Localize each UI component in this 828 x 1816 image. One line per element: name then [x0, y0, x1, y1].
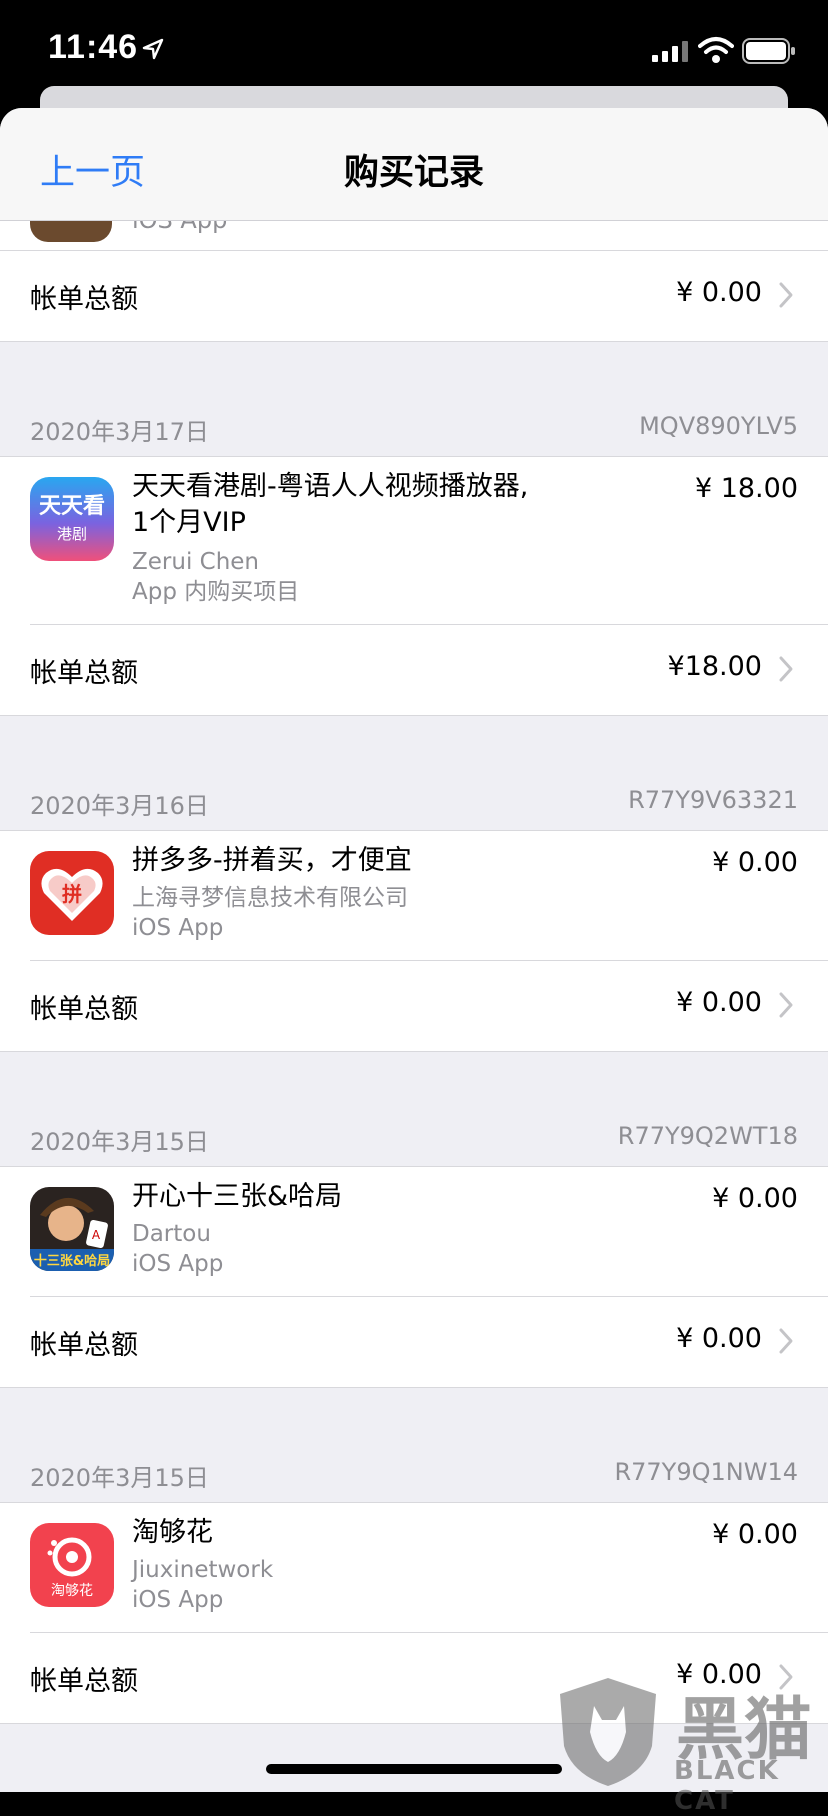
location-arrow-icon — [142, 38, 164, 60]
order-date: 2020年3月15日 — [30, 1128, 209, 1156]
chevron-right-icon — [779, 282, 793, 308]
chevron-right-icon — [779, 656, 793, 682]
bill-total-label: 帐单总额 — [30, 284, 138, 315]
chevron-right-icon — [779, 1328, 793, 1354]
item-kind: iOS App — [132, 1587, 224, 1613]
status-bar: 11:46 — [0, 0, 828, 100]
order-date: 2020年3月16日 — [30, 792, 209, 820]
bill-total-row[interactable]: 帐单总额 ¥ 0.00 — [0, 250, 828, 342]
svg-text:A: A — [92, 1228, 101, 1242]
section-header: 2020年3月15日 R77Y9Q2WT18 — [0, 1120, 828, 1166]
purchase-history-sheet: 上一页 购买记录 iOS App 帐单总额 ¥ 0.00 2020年3月17日 … — [0, 108, 828, 1792]
home-indicator[interactable] — [266, 1764, 562, 1774]
blackcat-watermark: 黑猫 BLACK CAT — [556, 1672, 828, 1816]
chevron-right-icon — [779, 992, 793, 1018]
item-price: ¥ 0.00 — [712, 1183, 798, 1214]
watermark-text-en: BLACK CAT — [674, 1756, 780, 1816]
bill-total-amount: ¥ 0.00 — [676, 1323, 762, 1354]
purchase-item[interactable]: 淘够花 淘够花 Jiuxinetwork iOS App ¥ 0.00 — [0, 1502, 828, 1633]
navigation-bar: 上一页 购买记录 — [0, 108, 828, 221]
item-kind: App 内购买项目 — [132, 579, 300, 605]
taogouhua-app-icon: 淘够花 — [30, 1523, 114, 1607]
item-developer: 上海寻梦信息技术有限公司 — [132, 885, 408, 911]
status-time: 11:46 — [48, 28, 139, 66]
order-id: R77Y9Q1NW14 — [614, 1458, 798, 1486]
item-title: 开心十三张&哈局 — [132, 1181, 343, 1212]
item-price: ¥ 0.00 — [712, 1519, 798, 1550]
item-title: 拼多多-拼着买，才便宜 — [132, 845, 412, 876]
bill-total-amount: ¥18.00 — [667, 651, 762, 682]
order-date: 2020年3月15日 — [30, 1464, 209, 1492]
svg-text:天天看: 天天看 — [39, 494, 105, 519]
clipped-app-icon — [30, 220, 112, 242]
cellular-signal-icon — [652, 41, 688, 62]
pinduoduo-app-icon: 拼 — [30, 851, 114, 935]
wifi-icon — [698, 37, 734, 63]
order-id: MQV890YLV5 — [639, 412, 798, 440]
item-price: ¥ 18.00 — [694, 473, 798, 504]
purchase-item[interactable]: A 十三张&哈局 开心十三张&哈局 Dartou iOS App ¥ 0.00 — [0, 1166, 828, 1297]
order-id: R77Y9V63321 — [628, 786, 798, 814]
bill-total-label: 帐单总额 — [30, 1330, 138, 1361]
bill-total-amount: ¥ 0.00 — [676, 987, 762, 1018]
item-title: 天天看港剧-粤语人人视频播放器, 1个月VIP — [132, 471, 529, 538]
bill-total-row[interactable]: 帐单总额 ¥ 0.00 — [0, 1297, 828, 1388]
item-developer: Dartou — [132, 1221, 211, 1247]
order-id: R77Y9Q2WT18 — [617, 1122, 798, 1150]
section-header: 2020年3月15日 R77Y9Q1NW14 — [0, 1456, 828, 1502]
svg-text:淘够花: 淘够花 — [51, 1583, 93, 1599]
item-developer: Zerui Chen — [132, 549, 260, 575]
bill-total-label: 帐单总额 — [30, 658, 138, 689]
bill-total-row[interactable]: 帐单总额 ¥18.00 — [0, 625, 828, 716]
section-header: 2020年3月16日 R77Y9V63321 — [0, 784, 828, 830]
item-title: 淘够花 — [132, 1517, 213, 1548]
battery-icon — [742, 38, 795, 64]
svg-text:十三张&哈局: 十三张&哈局 — [34, 1253, 110, 1269]
clipped-purchase-row: iOS App — [0, 220, 828, 250]
purchase-item[interactable]: 天天看 港剧 天天看港剧-粤语人人视频播放器, 1个月VIP Zerui Che… — [0, 456, 828, 625]
bill-total-amount: ¥ 0.00 — [676, 277, 762, 308]
item-price: ¥ 0.00 — [712, 847, 798, 878]
order-date: 2020年3月17日 — [30, 418, 209, 446]
clipped-item-kind: iOS App — [132, 220, 228, 234]
item-developer: Jiuxinetwork — [132, 1557, 274, 1583]
blackcat-shield-logo — [560, 1678, 656, 1786]
item-kind: iOS App — [132, 1251, 224, 1277]
svg-text:拼: 拼 — [62, 882, 82, 906]
svg-text:港剧: 港剧 — [57, 525, 87, 543]
item-kind: iOS App — [132, 915, 224, 941]
bill-total-label: 帐单总额 — [30, 994, 138, 1025]
bill-total-row[interactable]: 帐单总额 ¥ 0.00 — [0, 961, 828, 1052]
purchase-item[interactable]: 拼 拼多多-拼着买，才便宜 上海寻梦信息技术有限公司 iOS App ¥ 0.0… — [0, 830, 828, 961]
tiantiankan-app-icon: 天天看 港剧 — [30, 477, 114, 561]
kaixin-card-game-icon: A 十三张&哈局 — [30, 1187, 114, 1271]
bill-total-label: 帐单总额 — [30, 1666, 138, 1697]
section-header: 2020年3月17日 MQV890YLV5 — [0, 410, 828, 456]
page-title: 购买记录 — [343, 153, 484, 193]
purchase-list: iOS App 帐单总额 ¥ 0.00 2020年3月17日 MQV890YLV… — [0, 220, 828, 1724]
